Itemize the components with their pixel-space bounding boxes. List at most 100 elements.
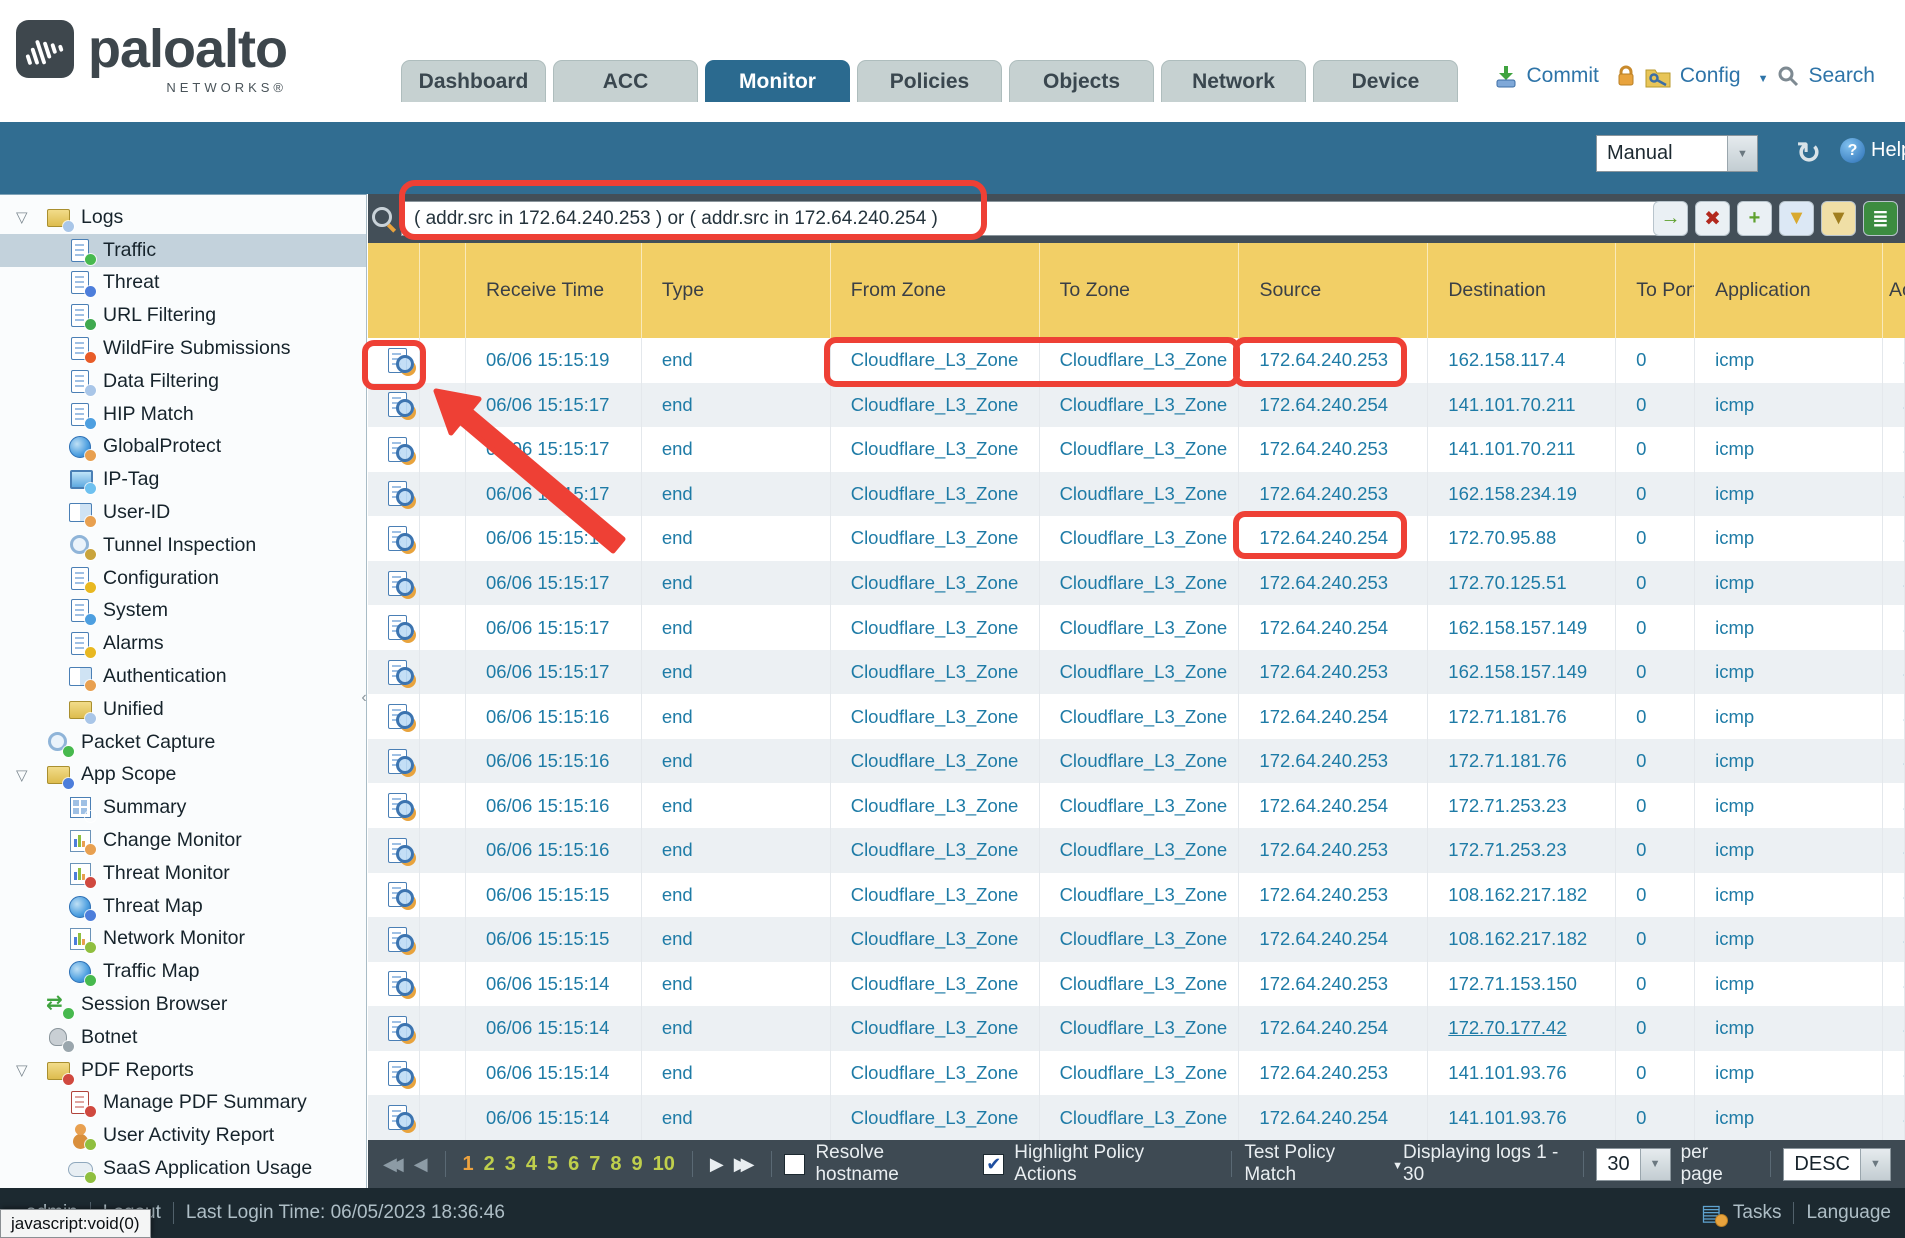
sidebar-collapse-handle[interactable] [359, 676, 369, 720]
log-detail-icon[interactable] [388, 347, 414, 374]
log-filter-input[interactable] [401, 201, 1667, 236]
page-number-4[interactable]: 4 [526, 1153, 537, 1176]
page-number-6[interactable]: 6 [568, 1153, 579, 1176]
column-header-application[interactable]: Application [1695, 243, 1883, 338]
refresh-mode-select[interactable]: Manual [1596, 135, 1758, 172]
tab-acc[interactable]: ACC [553, 60, 698, 102]
commit-icon[interactable] [1494, 64, 1518, 88]
sidebar-item-tunnel-inspection[interactable]: Tunnel Inspection [0, 529, 366, 562]
page-number-9[interactable]: 9 [632, 1153, 643, 1176]
log-detail-icon[interactable] [388, 926, 414, 953]
expand-arrow-icon[interactable] [16, 766, 46, 784]
log-detail-icon[interactable] [388, 703, 414, 730]
sidebar-item-hip-match[interactable]: HIP Match [0, 398, 366, 431]
add-filter-icon[interactable]: + [1737, 201, 1772, 236]
column-header-to-port[interactable]: To Port [1616, 243, 1695, 338]
sidebar-item-configuration[interactable]: Configuration [0, 562, 366, 595]
sidebar-item-user-activity-report[interactable]: User Activity Report [0, 1119, 366, 1152]
sidebar-item-threat[interactable]: Threat [0, 267, 366, 300]
search-icon[interactable] [1777, 65, 1799, 87]
log-detail-icon[interactable] [388, 1060, 414, 1087]
column-header-blank-1[interactable] [420, 243, 466, 338]
sidebar-item-botnet[interactable]: Botnet [0, 1021, 366, 1054]
log-detail-icon[interactable] [388, 480, 414, 507]
column-header-receive-time[interactable]: Receive Time [466, 243, 642, 338]
column-header-source[interactable]: Source [1239, 243, 1428, 338]
tab-device[interactable]: Device [1313, 60, 1458, 102]
clear-filter-icon[interactable]: ✖ [1695, 201, 1730, 236]
log-detail-icon[interactable] [388, 792, 414, 819]
save-filter-icon[interactable]: ▼ [1779, 201, 1814, 236]
log-detail-icon[interactable] [388, 1104, 414, 1131]
sidebar-item-change-monitor[interactable]: Change Monitor [0, 824, 366, 857]
page-number-3[interactable]: 3 [505, 1153, 516, 1176]
resolve-hostname-checkbox[interactable] [784, 1154, 805, 1175]
sidebar-item-alarms[interactable]: Alarms [0, 627, 366, 660]
sidebar-item-packet-capture[interactable]: Packet Capture [0, 726, 366, 759]
per-page-dropdown-icon[interactable] [1640, 1149, 1670, 1180]
column-header-from-zone[interactable]: From Zone [831, 243, 1040, 338]
log-detail-icon[interactable] [388, 436, 414, 463]
next-page-icon[interactable] [710, 1154, 724, 1175]
sidebar-item-pdf-reports[interactable]: PDF Reports [0, 1054, 366, 1087]
log-detail-icon[interactable] [388, 659, 414, 686]
config-icon[interactable] [1645, 64, 1671, 88]
sort-order-dropdown-icon[interactable] [1860, 1149, 1890, 1180]
page-number-7[interactable]: 7 [589, 1153, 600, 1176]
sidebar-item-authentication[interactable]: Authentication [0, 660, 366, 693]
tab-objects[interactable]: Objects [1009, 60, 1154, 102]
log-detail-icon[interactable] [388, 570, 414, 597]
last-page-icon[interactable] [734, 1154, 755, 1175]
tab-dashboard[interactable]: Dashboard [401, 60, 546, 102]
config-caret-icon[interactable] [1758, 64, 1769, 88]
sidebar-item-globalprotect[interactable]: GlobalProtect [0, 431, 366, 464]
expand-arrow-icon[interactable] [16, 1061, 46, 1079]
refresh-mode-dropdown-icon[interactable] [1727, 136, 1757, 171]
apply-filter-icon[interactable]: → [1653, 201, 1688, 236]
tab-network[interactable]: Network [1161, 60, 1306, 102]
log-detail-icon[interactable] [388, 970, 414, 997]
column-header-to-zone[interactable]: To Zone [1040, 243, 1240, 338]
page-number-1[interactable]: 1 [463, 1153, 474, 1176]
help-button[interactable]: Help [1840, 138, 1905, 163]
sidebar-item-threat-map[interactable]: Threat Map [0, 890, 366, 923]
help-icon[interactable] [1840, 138, 1865, 163]
sidebar-item-url-filtering[interactable]: URL Filtering [0, 299, 366, 332]
sidebar-item-logs[interactable]: Logs [0, 201, 366, 234]
previous-page-icon[interactable] [414, 1154, 428, 1175]
log-detail-icon[interactable] [388, 1015, 414, 1042]
config-button[interactable]: Config [1680, 64, 1741, 88]
sidebar-item-summary[interactable]: Summary [0, 791, 366, 824]
refresh-icon[interactable] [1796, 136, 1821, 171]
sidebar-item-unified[interactable]: Unified [0, 693, 366, 726]
lock-icon[interactable] [1616, 64, 1636, 88]
tasks-button[interactable]: Tasks [1733, 1202, 1782, 1224]
sidebar-item-manage-pdf-summary[interactable]: Manage PDF Summary [0, 1087, 366, 1120]
test-policy-match-button[interactable]: Test Policy Match [1244, 1142, 1403, 1186]
column-header-type[interactable]: Type [642, 243, 831, 338]
page-number-5[interactable]: 5 [547, 1153, 558, 1176]
column-header-blank-0[interactable] [368, 243, 420, 338]
language-button[interactable]: Language [1806, 1202, 1891, 1224]
per-page-select[interactable]: 30 [1596, 1148, 1670, 1181]
sidebar-item-user-id[interactable]: User-ID [0, 496, 366, 529]
sidebar-item-app-scope[interactable]: App Scope [0, 759, 366, 792]
sidebar-item-network-monitor[interactable]: Network Monitor [0, 923, 366, 956]
export-csv-icon[interactable]: ≣ [1863, 201, 1898, 236]
sidebar-item-ip-tag[interactable]: IP-Tag [0, 463, 366, 496]
first-page-icon[interactable] [383, 1154, 404, 1175]
tasks-icon[interactable] [1701, 1202, 1725, 1224]
page-number-2[interactable]: 2 [484, 1153, 495, 1176]
column-header-ac[interactable]: Ac [1883, 243, 1905, 338]
sidebar-item-system[interactable]: System [0, 595, 366, 628]
sidebar-item-data-filtering[interactable]: Data Filtering [0, 365, 366, 398]
tab-monitor[interactable]: Monitor [705, 60, 850, 102]
sidebar-item-traffic-map[interactable]: Traffic Map [0, 955, 366, 988]
search-button[interactable]: Search [1808, 64, 1875, 88]
sidebar-item-traffic[interactable]: Traffic [0, 234, 366, 267]
load-filter-icon[interactable]: ▼ [1821, 201, 1856, 236]
log-detail-icon[interactable] [388, 525, 414, 552]
cell-destination[interactable]: 172.70.177.42 [1428, 1006, 1616, 1051]
sidebar-item-wildfire-submissions[interactable]: WildFire Submissions [0, 332, 366, 365]
sidebar-item-saas-application-usage[interactable]: SaaS Application Usage [0, 1152, 366, 1185]
